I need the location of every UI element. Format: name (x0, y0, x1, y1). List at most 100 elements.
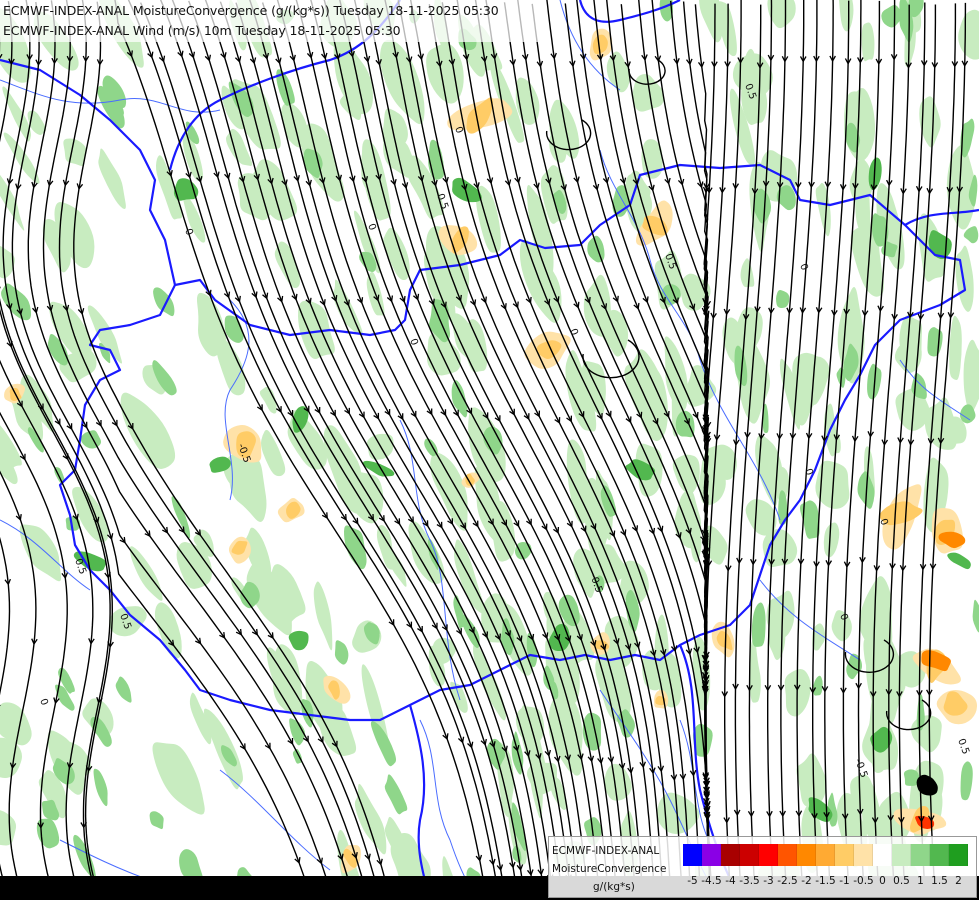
legend-tick-label: -0.5 (853, 875, 874, 887)
wind-streamline (620, 4, 713, 900)
convergence-area-mid (960, 761, 973, 801)
convergence-area-light (672, 454, 700, 495)
legend-swatch (949, 844, 968, 866)
contour-label: 0 (182, 227, 195, 237)
legend-tick-label: -1.5 (815, 875, 836, 887)
legend-variable-name: MoistureConvergence (552, 863, 667, 875)
map-viewer: 0 0.5 -0.5 0 0.5 0 -0.5 0.5 0 0.5 0 -0.5 0 0.5 0 0 0 0.5 0… (0, 0, 979, 900)
convergence-area-mid (813, 675, 823, 696)
convergence-area-mid (927, 327, 943, 357)
convergence-area-light (313, 581, 333, 651)
convergence-area-light (0, 810, 17, 846)
convergence-area-light (354, 783, 387, 855)
convergence-area-mid (881, 5, 903, 28)
legend-tick-label: 0 (879, 875, 886, 887)
legend-tick-label: -3 (763, 875, 774, 887)
convergence-area-light (664, 336, 688, 412)
convergence-area-light (815, 182, 831, 237)
legend-tick-label: -4 (725, 875, 736, 887)
convergence-area-mid (80, 430, 102, 449)
convergence-area-light (838, 0, 854, 32)
legend-swatch (683, 844, 702, 866)
legend-tick-label: -2.5 (777, 875, 798, 887)
convergence-area-light (740, 258, 755, 288)
convergence-area-light (129, 546, 163, 601)
legend-swatch (702, 844, 721, 866)
legend-unit: g/(kg*s) (593, 881, 635, 893)
convergence-area-light (861, 22, 875, 62)
convergence-area-light (98, 148, 126, 209)
legend-swatch (873, 844, 892, 866)
convergence-area-mid (334, 640, 349, 665)
legend-swatch (892, 844, 911, 866)
legend-swatch (911, 844, 930, 866)
convergence-area-mid (776, 290, 790, 308)
convergence-area-mid (149, 811, 164, 830)
contour-label: 0.5 (955, 737, 971, 756)
legend-swatch (759, 844, 778, 866)
title-wind-10m: ECMWF-INDEX-ANAL Wind (m/s) 10m Tuesday … (3, 23, 401, 38)
convergence-area-strong (947, 552, 971, 570)
convergence-area-light (566, 439, 589, 524)
convergence-area-light (19, 524, 62, 582)
convergence-area-light (963, 339, 979, 414)
legend-tick-label: 1.5 (931, 875, 948, 887)
legend-swatch (854, 844, 873, 866)
convergence-area-light (63, 138, 87, 167)
map-title-panel: ECMWF-INDEX-ANAL MoistureConvergence (g/… (0, 0, 543, 42)
legend-tick-label: -2 (801, 875, 812, 887)
contour-label: 0 (407, 337, 420, 347)
legend-swatch (740, 844, 759, 866)
convergence-area-light (958, 9, 979, 60)
convergence-area-light (911, 715, 942, 753)
legend-swatch (778, 844, 797, 866)
legend-tick-label: 0.5 (893, 875, 910, 887)
legend-swatch (721, 844, 740, 866)
convergence-area-mid (751, 602, 766, 647)
convergence-area-mid (587, 235, 605, 263)
convergence-area-strong (288, 630, 309, 651)
convergence-area-mid (963, 226, 979, 244)
convergence-area-mid (451, 380, 468, 418)
legend-model-name: ECMWF-INDEX-ANAL (552, 845, 660, 857)
convergence-area-light (604, 763, 632, 801)
convergence-area-light (3, 132, 40, 184)
legend-tick-labels: -5 -4.5 -4 -3.5 -3 -2.5 -2 -1.5 -1 -0.5 0 0.5 1 1.5 2 (683, 875, 975, 889)
contour-label: 0 (365, 222, 378, 232)
convergence-area-light (949, 315, 962, 381)
convergence-area-mid (292, 748, 303, 764)
title-moisture-convergence: ECMWF-INDEX-ANAL MoistureConvergence (g/… (3, 3, 499, 18)
convergence-field-layer (0, 0, 979, 900)
convergence-area-light (635, 360, 668, 441)
contour-label: 0 (797, 262, 810, 272)
legend-tick-label: -1 (839, 875, 850, 887)
legend-tick-label: -5 (687, 875, 698, 887)
convergence-area-light (408, 521, 445, 584)
legend-swatch (797, 844, 816, 866)
convergence-area-mid (93, 768, 108, 807)
legend-swatch (835, 844, 854, 866)
convergence-area-mid (453, 595, 465, 629)
convergence-area-mid (115, 676, 132, 703)
convergence-area-light (120, 392, 176, 469)
legend-tick-label: 2 (955, 875, 962, 887)
convergence-area-mid (972, 599, 979, 633)
convergence-area-light (745, 499, 777, 536)
contour-label: -0.5 (852, 757, 869, 779)
legend-tick-label: 1 (917, 875, 924, 887)
convergence-area-light (152, 742, 205, 815)
moisture-convergence-map: 00.5-0.500.50-0.50.500.50-0.500.50000.50 (0, 0, 979, 900)
convergence-area-light (261, 429, 286, 477)
contour-label: 0 (37, 697, 50, 707)
convergence-area-strong (452, 177, 482, 203)
convergence-area-light (376, 524, 395, 570)
convergence-area-light (955, 245, 974, 312)
convergence-area-mid (384, 774, 408, 815)
legend-tick-label: -3.5 (739, 875, 760, 887)
legend-swatch (816, 844, 835, 866)
convergence-area-light (349, 472, 384, 524)
legend-swatch (930, 844, 949, 866)
color-legend: ECMWF-INDEX-ANAL MoistureConvergence g/(… (548, 836, 977, 898)
legend-color-bar (683, 844, 968, 866)
legend-tick-label: -4.5 (701, 875, 722, 887)
